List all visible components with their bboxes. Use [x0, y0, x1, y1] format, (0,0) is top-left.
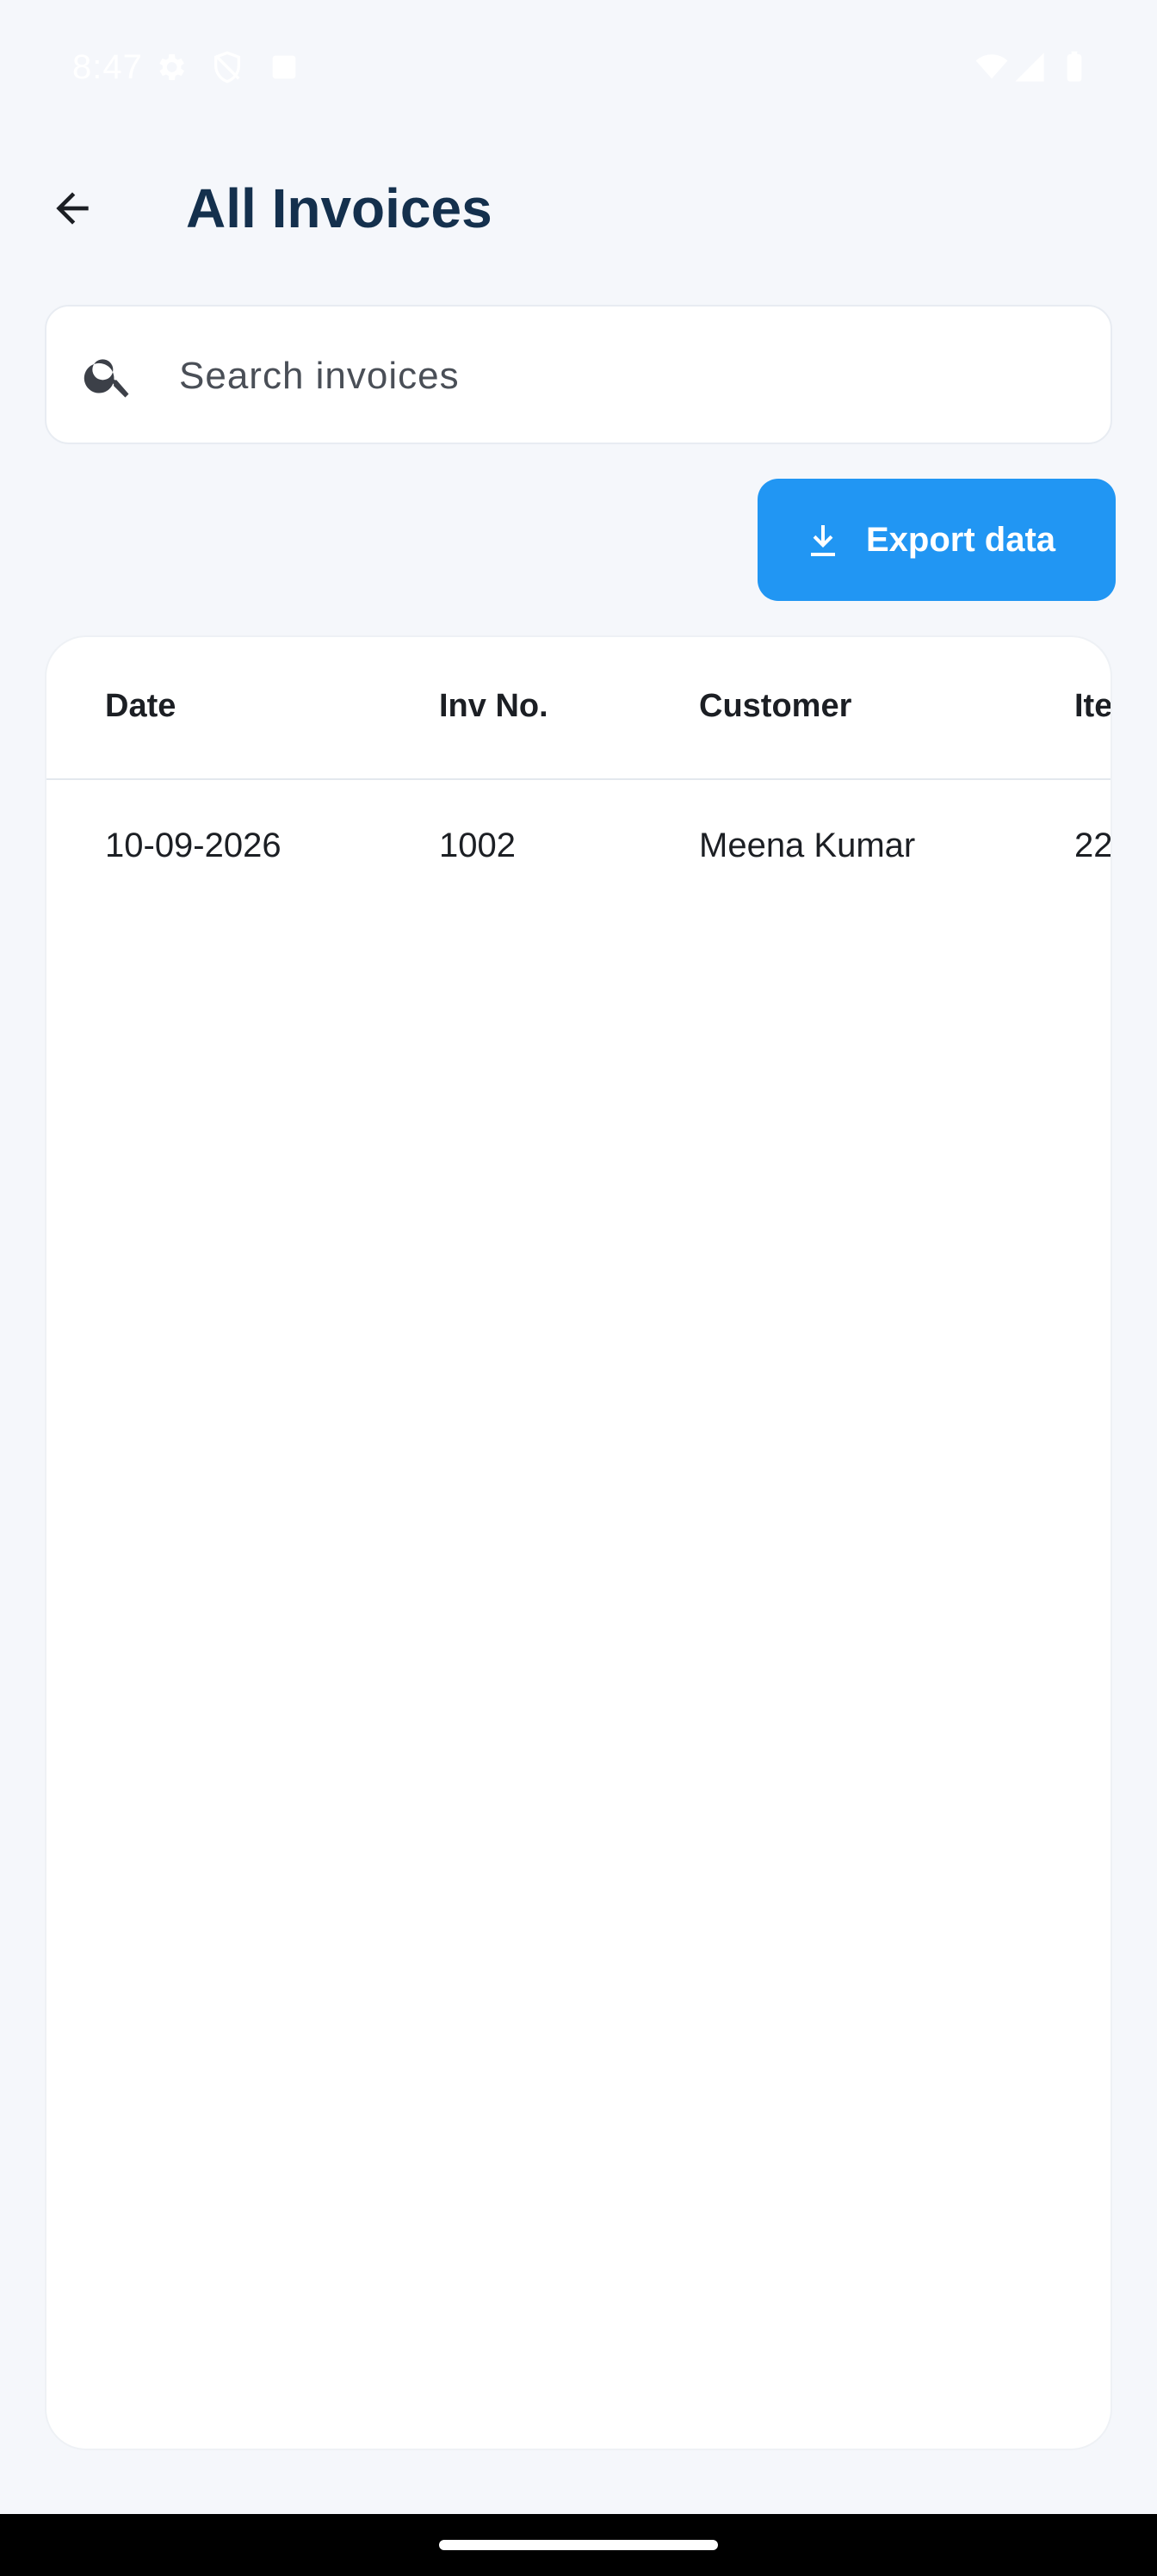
column-header-date[interactable]: Date — [105, 685, 176, 727]
arrow-back-icon — [56, 192, 89, 225]
navigation-bar — [0, 2514, 1157, 2576]
invoices-table: Date Inv No. Customer Ite 10-09-2026 100… — [45, 635, 1112, 2450]
cell-customer: Meena Kumar — [699, 827, 916, 864]
notification-icon — [272, 55, 296, 79]
column-header-items[interactable]: Ite — [1074, 685, 1111, 727]
cell-items: 22 — [1074, 827, 1112, 864]
wifi-icon — [975, 54, 1008, 79]
table-header: Date Inv No. Customer Ite — [46, 637, 1111, 780]
export-data-label: Export data — [866, 521, 1056, 559]
search-input[interactable] — [177, 341, 1076, 412]
cell-inv-no: 1002 — [439, 827, 516, 864]
shield-icon — [214, 51, 240, 84]
column-header-inv-no[interactable]: Inv No. — [439, 685, 548, 727]
settings-icon — [159, 54, 184, 80]
cell-date: 10-09-2026 — [105, 827, 282, 864]
page-title: All Invoices — [186, 177, 492, 239]
status-time: 8:47 — [72, 48, 143, 86]
column-header-customer[interactable]: Customer — [699, 685, 851, 727]
home-gesture-handle[interactable] — [439, 2540, 718, 2550]
search-icon — [84, 359, 129, 398]
search-box[interactable] — [45, 305, 1112, 444]
back-button[interactable] — [34, 170, 110, 246]
table-row[interactable]: 10-09-2026 1002 Meena Kumar 22 — [46, 780, 1112, 909]
status-bar: 8:47 — [0, 0, 1157, 138]
export-data-button[interactable]: Export data — [758, 479, 1116, 601]
download-icon — [811, 525, 835, 556]
battery-icon — [1067, 51, 1082, 82]
signal-icon — [1015, 53, 1044, 82]
